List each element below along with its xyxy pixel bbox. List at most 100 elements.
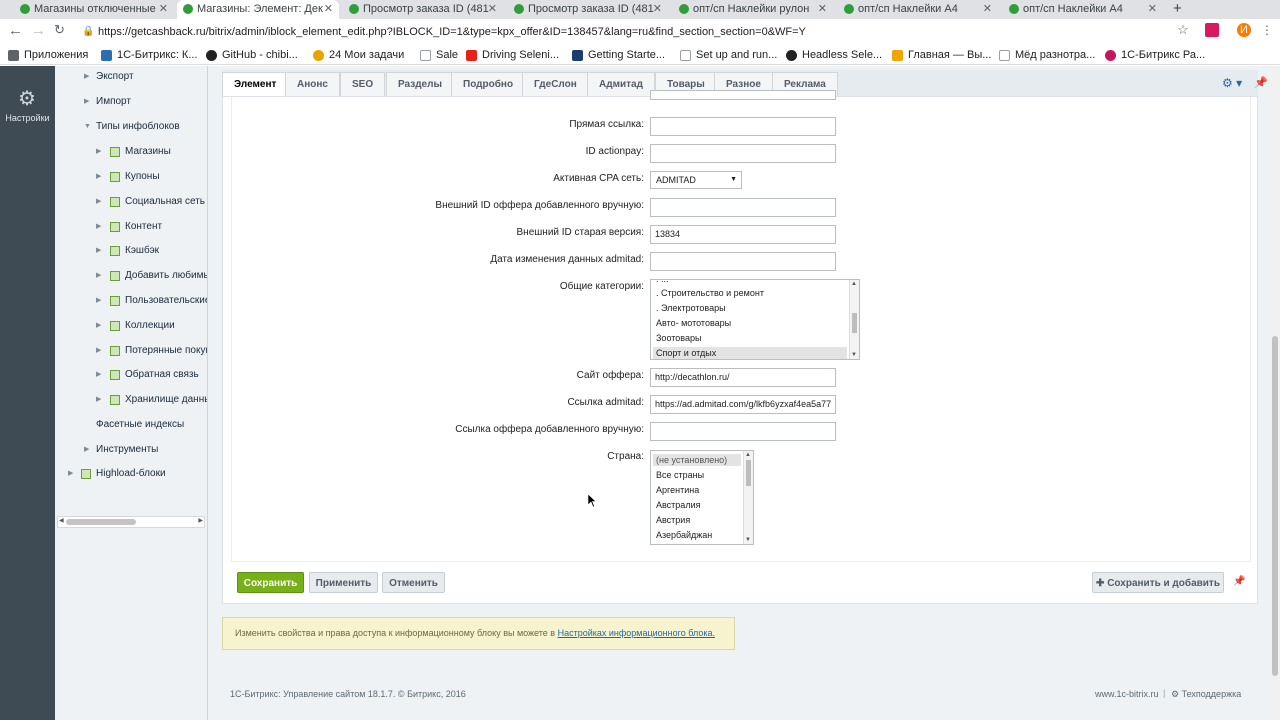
- reload-icon[interactable]: ↻: [54, 22, 65, 38]
- list-option-selected[interactable]: Спорт и отдых: [653, 347, 847, 359]
- chevron-right-icon[interactable]: ▶: [84, 95, 89, 109]
- settings-gear-icon[interactable]: ⚙ ▾: [1222, 76, 1242, 90]
- sidebar-item-iblock-types[interactable]: ▼ Типы инфоблоков: [84, 120, 180, 134]
- browser-tab[interactable]: опт/сп Наклейки А4 ✕: [838, 0, 998, 19]
- bookmark-item[interactable]: 1С-Битрикс Ра...: [1105, 47, 1205, 63]
- new-tab-button[interactable]: +: [1173, 0, 1182, 18]
- sidebar-item-cashback[interactable]: ▶ Кэшбэк: [96, 244, 159, 258]
- external-id-old-input[interactable]: 13834: [650, 225, 836, 244]
- chevron-right-icon[interactable]: ▶: [96, 195, 101, 209]
- sidebar-item-lost-purchases[interactable]: ▶ Потерянные покупк: [96, 344, 207, 358]
- save-button[interactable]: Сохранить: [237, 572, 304, 593]
- pin-icon[interactable]: 📌: [1254, 76, 1268, 89]
- listbox-scrollbar[interactable]: ▲ ▼: [743, 451, 753, 544]
- cancel-button[interactable]: Отменить: [382, 572, 445, 593]
- browser-tab[interactable]: Просмотр заказа ID (481 ✕: [508, 0, 668, 19]
- admitad-link-input[interactable]: https://ad.admitad.com/g/lkfb6yzxaf4ea5a…: [650, 395, 836, 414]
- chevron-right-icon[interactable]: ▶: [96, 344, 101, 358]
- list-option[interactable]: Аргентина: [656, 484, 699, 496]
- bookmark-apps[interactable]: Приложения: [8, 47, 88, 63]
- back-arrow-icon[interactable]: ←: [8, 22, 23, 39]
- tab-details[interactable]: Подробно: [451, 72, 526, 98]
- list-option[interactable]: . Строительство и ремонт: [656, 287, 764, 299]
- tab-seo[interactable]: SEO: [340, 72, 386, 98]
- tab-admitad[interactable]: Адмитад: [587, 72, 655, 98]
- chevron-right-icon[interactable]: ▶: [96, 393, 101, 407]
- list-option[interactable]: Австралия: [656, 499, 700, 511]
- tab-close-icon[interactable]: ✕: [488, 0, 497, 18]
- save-and-add-button[interactable]: ✚ Сохранить и добавить: [1092, 572, 1224, 593]
- sidebar-item-highload[interactable]: ▶ Highload-блоки: [68, 467, 166, 481]
- tab-close-icon[interactable]: ✕: [983, 0, 992, 18]
- bitrix-site-link[interactable]: www.1c-bitrix.ru: [1095, 689, 1159, 699]
- bookmark-item[interactable]: Set up and run...: [680, 47, 777, 63]
- actionpay-id-input[interactable]: [650, 144, 836, 163]
- bookmark-item[interactable]: Мёд разнотра...: [999, 47, 1095, 63]
- sidebar-horizontal-scrollbar[interactable]: ◀ ▶: [57, 516, 205, 528]
- country-listbox[interactable]: (не установлено) Все страны Аргентина Ав…: [650, 450, 754, 545]
- chevron-right-icon[interactable]: ▶: [84, 443, 89, 457]
- list-option[interactable]: . Электротовары: [656, 302, 726, 314]
- browser-tab[interactable]: Просмотр заказа ID (481 ✕: [343, 0, 503, 19]
- scrollbar-thumb[interactable]: [1272, 336, 1278, 676]
- tab-close-icon[interactable]: ✕: [1148, 0, 1157, 18]
- categories-listbox[interactable]: . ... . Строительство и ремонт . Электро…: [650, 279, 860, 360]
- offer-site-input[interactable]: http://decathlon.ru/: [650, 368, 836, 387]
- list-option[interactable]: Все страны: [656, 469, 704, 481]
- bookmark-star-icon[interactable]: ☆: [1176, 23, 1190, 37]
- browser-tab[interactable]: Магазины отключенные ✕: [14, 0, 174, 19]
- bookmark-item[interactable]: Headless Sele...: [786, 47, 882, 63]
- tab-close-icon[interactable]: ✕: [818, 0, 827, 18]
- chevron-right-icon[interactable]: ▶: [96, 220, 101, 234]
- sidebar-item-feedback[interactable]: ▶ Обратная связь: [96, 368, 199, 382]
- tab-close-icon[interactable]: ✕: [159, 0, 168, 18]
- list-option[interactable]: Зоотовары: [656, 332, 701, 344]
- page-scrollbar[interactable]: [1270, 66, 1280, 720]
- scroll-up-icon[interactable]: ▲: [851, 281, 857, 287]
- direct-link-input[interactable]: [650, 117, 836, 136]
- external-id-manual-input[interactable]: [650, 198, 836, 217]
- support-link[interactable]: ⚙ Техподдержка: [1171, 689, 1241, 700]
- list-option[interactable]: Австрия: [656, 514, 690, 526]
- browser-tab[interactable]: опт/сп Наклейки рулон ✕: [673, 0, 833, 19]
- chevron-right-icon[interactable]: ▶: [96, 244, 101, 258]
- forward-arrow-icon[interactable]: →: [31, 22, 46, 39]
- list-option[interactable]: . ...: [656, 280, 669, 285]
- browser-menu-icon[interactable]: ⋮: [1260, 23, 1274, 37]
- tab-gdeslon[interactable]: ГдеСлон: [522, 72, 589, 98]
- chevron-right-icon[interactable]: ▶: [96, 170, 101, 184]
- sidebar-item-export[interactable]: ▶ Экспорт: [84, 70, 134, 84]
- browser-tab-active[interactable]: Магазины: Элемент: Дек ✕: [177, 0, 339, 19]
- chevron-down-icon[interactable]: ▼: [84, 120, 91, 134]
- sidebar-item-shops[interactable]: ▶ Магазины: [96, 145, 171, 159]
- sidebar-item-collections[interactable]: ▶ Коллекции: [96, 319, 175, 333]
- tab-sections[interactable]: Разделы: [386, 72, 454, 98]
- tab-element[interactable]: Элемент: [222, 72, 289, 98]
- chevron-right-icon[interactable]: ▶: [96, 269, 101, 283]
- iblock-settings-link[interactable]: Настройках информационного блока.: [558, 628, 715, 638]
- scroll-down-icon[interactable]: ▼: [745, 537, 751, 543]
- previous-field-input[interactable]: [650, 90, 836, 100]
- scrollbar-thumb[interactable]: [746, 460, 751, 486]
- bookmark-item[interactable]: GitHub - chibi...: [206, 47, 298, 63]
- list-option[interactable]: Азербайджан: [656, 529, 712, 541]
- list-option-selected[interactable]: (не установлено): [653, 454, 741, 466]
- gear-icon[interactable]: ⚙: [16, 88, 38, 110]
- cpa-network-select[interactable]: ADMITAD ▼: [650, 171, 742, 189]
- manual-link-input[interactable]: [650, 422, 836, 441]
- tab-preview[interactable]: Анонс: [285, 72, 340, 98]
- scroll-up-icon[interactable]: ▲: [745, 452, 751, 458]
- sidebar-item-facet-indexes[interactable]: Фасетные индексы: [96, 418, 184, 432]
- rail-settings-label[interactable]: Настройки: [0, 113, 55, 123]
- chevron-right-icon[interactable]: ▶: [96, 319, 101, 333]
- profile-avatar[interactable]: И: [1237, 23, 1251, 37]
- scrollbar-thumb[interactable]: [66, 519, 136, 525]
- sidebar-item-coupons[interactable]: ▶ Купоны: [96, 170, 160, 184]
- admitad-date-input[interactable]: [650, 252, 836, 271]
- browser-tab[interactable]: опт/сп Наклейки А4 ✕: [1003, 0, 1163, 19]
- pin-icon[interactable]: 📌: [1233, 576, 1245, 587]
- sidebar-item-import[interactable]: ▶ Импорт: [84, 95, 131, 109]
- bookmark-item[interactable]: Getting Starte...: [572, 47, 665, 63]
- bookmark-item[interactable]: 1С-Битрикс: К...: [101, 47, 198, 63]
- sidebar-item-content[interactable]: ▶ Контент: [96, 220, 162, 234]
